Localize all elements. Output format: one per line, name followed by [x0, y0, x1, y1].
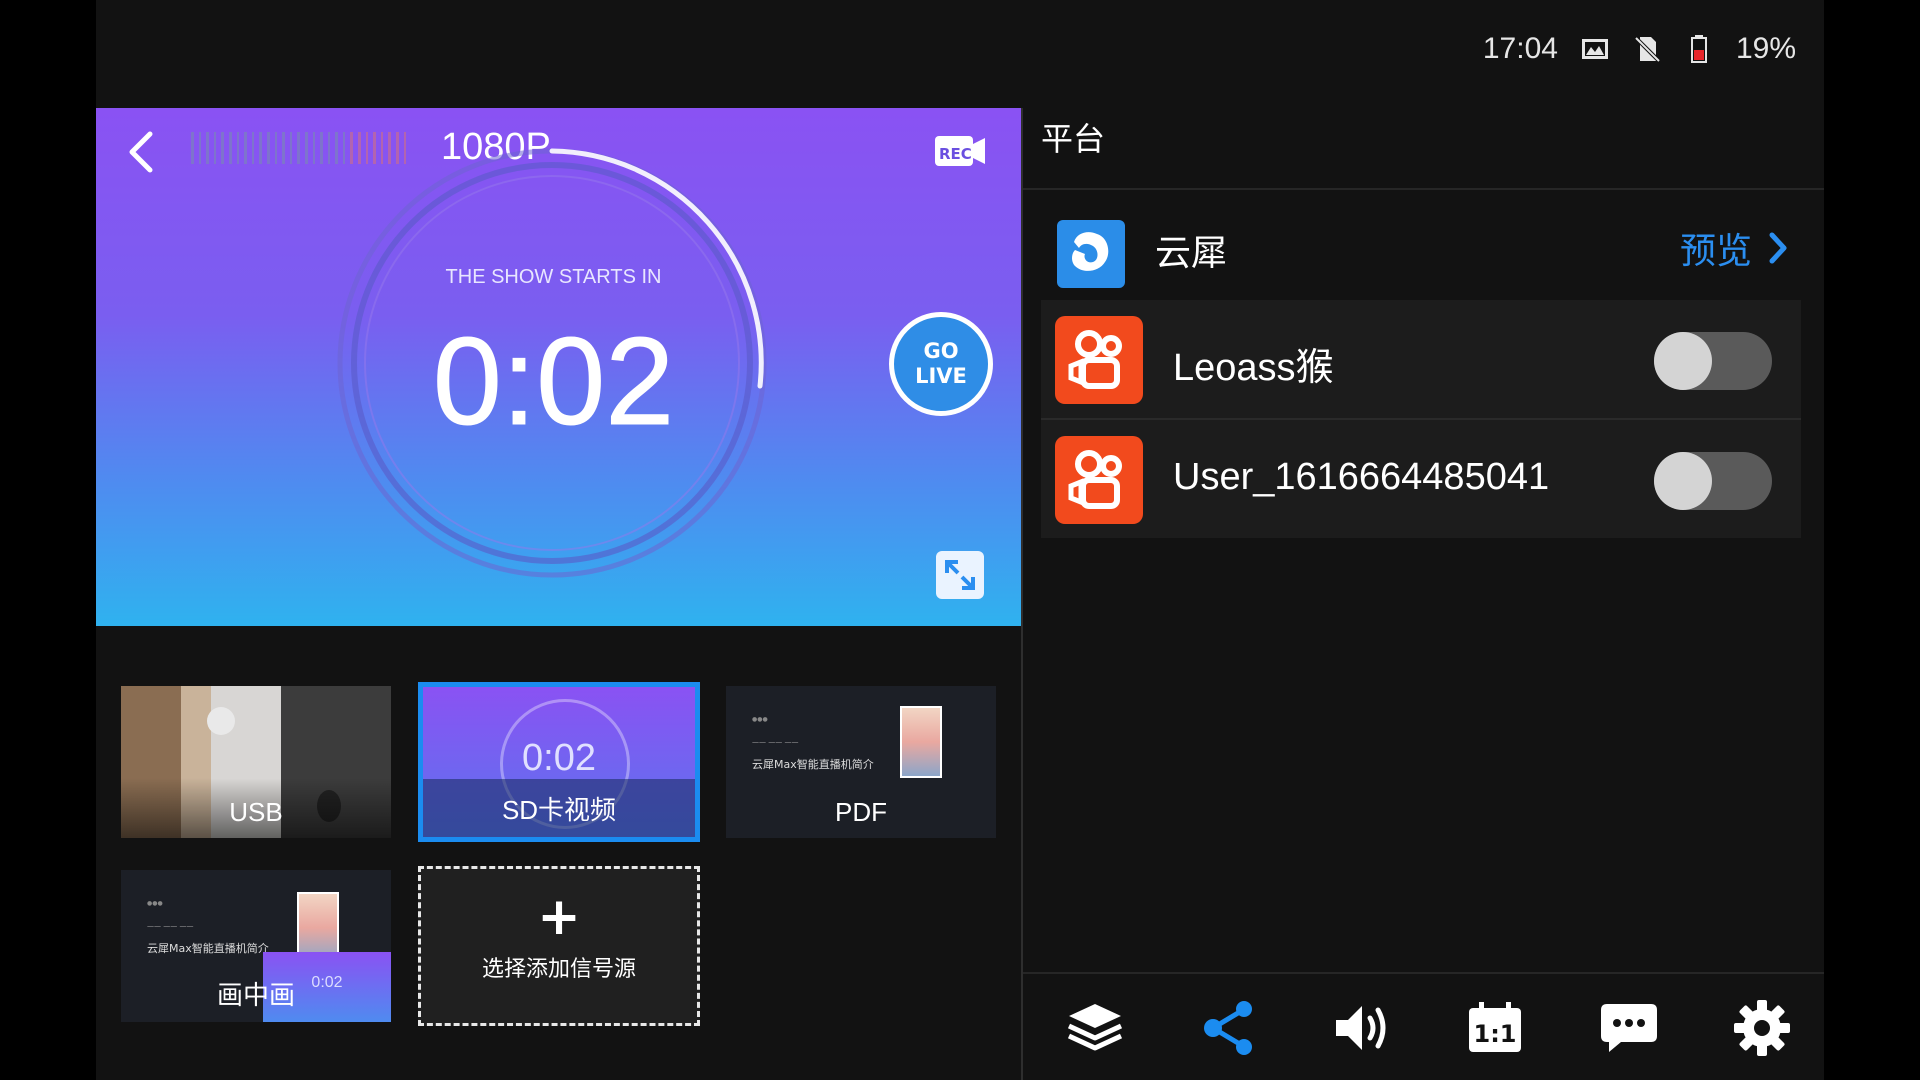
- image-icon: [1580, 34, 1610, 64]
- panel-title: 平台: [1041, 120, 1106, 158]
- source-picture-in-picture[interactable]: ●●● —— —— —— 云犀Max智能直播机简介 0:02 画中画: [121, 870, 391, 1022]
- preview-label: 预览: [1679, 231, 1752, 272]
- account-name: User_1616664485041: [1173, 456, 1550, 498]
- account-row: User_1616664485041: [1041, 420, 1801, 538]
- go-live-button[interactable]: GO LIVE: [889, 312, 993, 416]
- aspect-text: 1:1: [1474, 1020, 1517, 1048]
- go-live-line2: LIVE: [915, 364, 967, 388]
- fullscreen-icon[interactable]: [936, 551, 984, 599]
- account-name: Leoass猴: [1173, 347, 1334, 389]
- source-usb[interactable]: USB: [121, 686, 391, 838]
- account-toggle[interactable]: [1654, 332, 1772, 390]
- kuaishou-logo-icon: [1055, 436, 1143, 524]
- add-source-label: 选择添加信号源: [481, 957, 636, 982]
- live-preview: 1080P REC THE SHOW STARTS IN 0:02 GO LIV…: [96, 108, 1021, 626]
- volume-icon[interactable]: [1330, 996, 1394, 1060]
- preview-link[interactable]: 预览: [1680, 222, 1788, 274]
- pip-doc-title: 云犀Max智能直播机简介: [147, 942, 269, 955]
- countdown-timer: 0:02: [432, 313, 675, 452]
- source-label: 画中画: [216, 980, 295, 1010]
- status-time: 17:04: [1482, 32, 1558, 65]
- settings-icon[interactable]: [1730, 996, 1794, 1060]
- chevron-right-icon: [1769, 232, 1787, 264]
- bottom-toolbar: 1:1: [1023, 972, 1824, 1080]
- source-label: USB: [229, 797, 283, 827]
- plus-icon: +: [537, 887, 581, 947]
- share-icon[interactable]: [1197, 996, 1261, 1060]
- add-source-button[interactable]: + 选择添加信号源: [418, 866, 700, 1026]
- thumbnail-time: 0:02: [522, 737, 596, 779]
- layers-icon[interactable]: [1063, 996, 1127, 1060]
- source-pdf[interactable]: ●●● —— —— —— 云犀Max智能直播机简介 PDF: [726, 686, 996, 838]
- aspect-ratio-icon[interactable]: 1:1: [1463, 996, 1527, 1060]
- back-arrow-icon[interactable]: [122, 130, 162, 174]
- chat-icon[interactable]: [1597, 996, 1661, 1060]
- rec-text: REC: [939, 145, 972, 163]
- kuaishou-logo-icon: [1055, 316, 1143, 404]
- source-label: PDF: [835, 797, 887, 827]
- platform-panel: 平台 云犀 预览 Leoass猴 User_1616664485041: [1023, 108, 1824, 972]
- yunxi-logo-icon: [1057, 220, 1125, 288]
- battery-percent: 19%: [1735, 32, 1796, 65]
- main-platform-row: 云犀 预览: [1023, 204, 1824, 304]
- account-row: Leoass猴: [1041, 300, 1801, 418]
- battery-low-icon: [1684, 34, 1714, 64]
- status-bar: 17:04 19%: [96, 0, 1824, 108]
- countdown-label: THE SHOW STARTS IN: [445, 266, 662, 288]
- source-sd-video[interactable]: 0:02 SD卡视频: [418, 682, 700, 842]
- main-platform-name: 云犀: [1155, 233, 1228, 274]
- app-screen: 17:04 19% 1080P REC THE SHOW STARTS IN 0…: [96, 0, 1824, 1080]
- account-toggle[interactable]: [1654, 452, 1772, 510]
- source-label: SD卡视频: [501, 795, 617, 825]
- record-icon[interactable]: REC: [933, 130, 987, 170]
- no-sim-icon: [1632, 34, 1662, 64]
- go-live-line1: GO: [923, 339, 959, 363]
- pdf-doc-title: 云犀Max智能直播机简介: [752, 758, 874, 771]
- doc-photo: [900, 706, 942, 778]
